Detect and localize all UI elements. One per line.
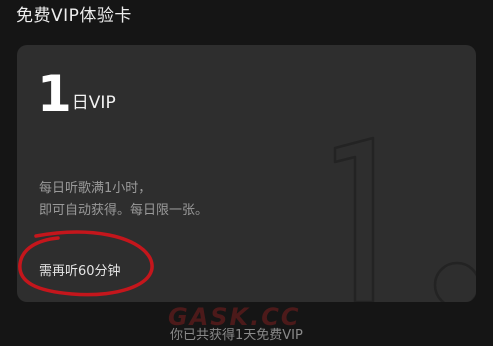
vip-days-number: 1 [37,65,72,123]
remaining-time-status: 需再听60分钟 [39,264,121,279]
vip-badge: 1 日VIP [37,65,116,119]
description-line: 每日听歌满1小时， [39,181,152,196]
section-title: 免费VIP体验卡 [16,6,132,26]
card-description: 每日听歌满1小时， 即可自动获得。每日限一张。 [39,178,208,222]
vip-trial-card[interactable]: 1 日VIP 每日听歌满1小时， 即可自动获得。每日限一张。 需再听60分钟 [17,45,476,302]
footer-note: 你已共获得1天免费VIP [170,328,303,343]
description-line: 即可自动获得。每日限一张。 [39,203,209,218]
vip-days-unit: 日VIP [71,93,116,113]
